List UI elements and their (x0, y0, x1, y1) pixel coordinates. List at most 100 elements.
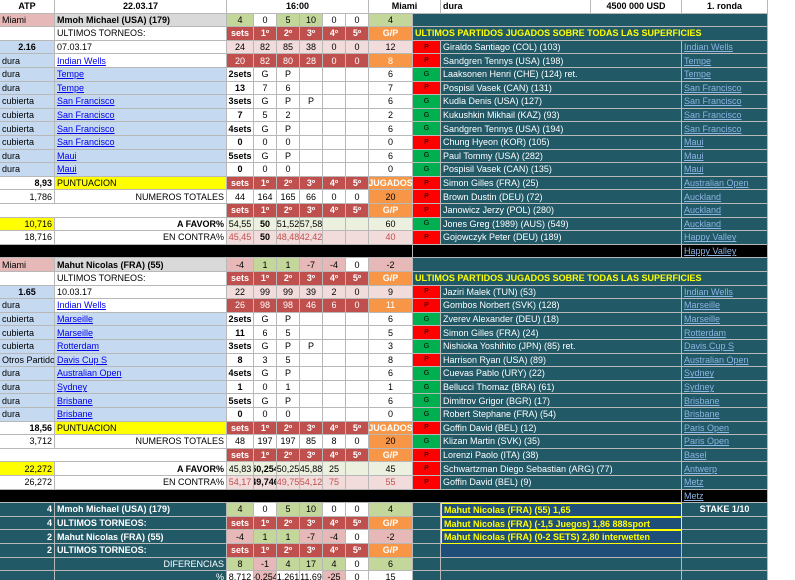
p1-tournament-link[interactable]: Tempe (55, 68, 227, 82)
blank (0, 272, 55, 286)
p1-tournament-link[interactable]: San Francisco (55, 122, 227, 136)
p1-punt-hdr-4: 4º (323, 176, 346, 191)
p2-score-5: 0 (346, 258, 369, 272)
p1-match-tournament-link[interactable]: Maui (682, 136, 768, 150)
p2-t-col-5 (346, 340, 369, 354)
p2-tournament-link[interactable]: Brisbane (55, 408, 227, 422)
p1-tournament-link[interactable]: Maui (55, 163, 227, 177)
p2-match-tournament-link[interactable]: Davis Cup S (682, 340, 768, 354)
p2-match-tournament-link[interactable]: Rotterdam (682, 326, 768, 340)
p1-con-1: 50 (254, 231, 277, 245)
p2-match-tournament-link[interactable]: Paris Open (682, 435, 768, 449)
extra-tournament-link[interactable]: Metz (682, 489, 768, 504)
blank (682, 557, 768, 572)
p2-match-tournament-link[interactable]: Metz (682, 476, 768, 490)
bet-suggestion[interactable]: Mahut Nicolas (FRA) (55) 1,65 (441, 503, 682, 517)
p2-punt-hdr-1: 1º (254, 421, 277, 436)
p1-t-col-0: 4sets (227, 122, 254, 136)
p2-t-col-3: P (300, 340, 323, 354)
p2-match-tournament-link[interactable]: Brisbane (682, 408, 768, 422)
p1-t-col-0: 2sets (227, 68, 254, 82)
p1-t-col-6: 6 (369, 122, 413, 136)
p1-tournament-link[interactable]: San Francisco (55, 136, 227, 150)
p1-match-tournament-link[interactable]: Indian Wells (682, 40, 768, 55)
summary-col-2: 4 (277, 557, 300, 572)
p2-tournament-link[interactable]: Davis Cup S (55, 353, 227, 368)
p2-surface: cubierta (0, 340, 55, 354)
p2-match-tournament-link[interactable]: Basel (682, 448, 768, 463)
summary-label: ULTIMOS TORNEOS: (55, 516, 227, 531)
p1-loc: Miami (0, 13, 55, 28)
p2-match-tournament-link[interactable]: Indian Wells (682, 285, 768, 300)
p2-match-tournament-link[interactable]: Brisbane (682, 394, 768, 408)
summary-col-5: 0 (346, 530, 369, 544)
p1-tournament-link[interactable]: Tempe (55, 81, 227, 96)
p1-match-tournament-link[interactable]: San Francisco (682, 108, 768, 123)
separator-row: Happy Valley (0, 244, 795, 259)
p2-num-5: 0 (346, 435, 369, 449)
p2-match-tournament-link[interactable]: Paris Open (682, 421, 768, 436)
p2-tournament-link[interactable]: Australian Open (55, 367, 227, 381)
p2-surface: cubierta (0, 326, 55, 340)
p2-opponent: Robert Stephane (FRA) (54) (441, 408, 682, 422)
p1-match-tournament-link[interactable]: San Francisco (682, 81, 768, 96)
p1-match-tournament-link[interactable]: San Francisco (682, 122, 768, 136)
bet-suggestion[interactable]: Mahut Nicolas (FRA) (0-2 SETS) 2,80 inte… (441, 530, 682, 544)
p1-match-tournament-link[interactable]: San Francisco (682, 95, 768, 109)
p1-match-tournament-link[interactable]: Maui (682, 149, 768, 164)
p1-score-1: 0 (254, 13, 277, 28)
p1-t-col-4 (323, 108, 346, 123)
p2-t-col-1: 98 (254, 299, 277, 313)
p2-match-tournament-link[interactable]: Marseille (682, 299, 768, 313)
p1-t-col-2: 2 (277, 108, 300, 123)
p1-t-col-0: 20 (227, 54, 254, 68)
p2-tournament-link[interactable]: Indian Wells (55, 299, 227, 313)
bet-suggestion[interactable]: Mahut Nicolas (FRA) (-1,5 Juegos) 1,86 8… (441, 516, 682, 531)
p1-match-tournament-link[interactable]: Australian Open (682, 176, 768, 191)
p2-match-tournament-link[interactable]: Sydney (682, 380, 768, 395)
p1-con-2: 48,48 (277, 231, 300, 245)
p2-match-tournament-link[interactable]: Sydney (682, 367, 768, 381)
p1-t-col-6: 0 (369, 163, 413, 177)
p1-tournament-link[interactable]: Indian Wells (55, 54, 227, 68)
p2-match-tournament-link[interactable]: Australian Open (682, 353, 768, 368)
p1-tournament-link[interactable]: Maui (55, 149, 227, 164)
p1-fav-2: 51,52 (277, 217, 300, 232)
p1-match-tournament-link[interactable]: Tempe (682, 68, 768, 82)
summary-col-2: 2º (277, 516, 300, 531)
p2-opponent: Cuevas Pablo (URY) (22) (441, 367, 682, 381)
p2-t-col-5 (346, 326, 369, 340)
p2-tournament-link[interactable]: Sydney (55, 380, 227, 395)
p2-match-tournament-link[interactable]: Marseille (682, 312, 768, 327)
p1-match-tournament-link[interactable]: Maui (682, 163, 768, 177)
p1-numtot-label: NUMEROS TOTALES (55, 190, 227, 204)
summary-col-3: 3º (300, 544, 323, 558)
p1-match-tournament-link[interactable]: Auckland (682, 204, 768, 218)
p2-result-badge: P (413, 299, 441, 313)
summary-col-0: -4 (227, 530, 254, 544)
p2-t-col-4 (323, 367, 346, 381)
p1-match-tournament-link[interactable]: Auckland (682, 190, 768, 204)
blank (682, 516, 768, 531)
p2-tournament-link[interactable]: Marseille (55, 312, 227, 327)
p2-tournament-link[interactable]: Brisbane (55, 394, 227, 408)
p2-result-badge: G (413, 380, 441, 395)
p1-t-col-0: 13 (227, 81, 254, 96)
p2-match-tournament-link[interactable]: Antwerp (682, 462, 768, 476)
extra-tournament-link[interactable]: Happy Valley (682, 244, 768, 259)
p2-tournament-link[interactable]: Rotterdam (55, 340, 227, 354)
p1-tournament-link[interactable]: San Francisco (55, 95, 227, 109)
p1-match-tournament-link[interactable]: Tempe (682, 54, 768, 68)
p1-tournament-link[interactable]: San Francisco (55, 108, 227, 123)
p2-t-col-2: 5 (277, 326, 300, 340)
p1-con-6: 40 (369, 231, 413, 245)
p1-opponent: Janowicz Jerzy (POL) (280) (441, 204, 682, 218)
p1-t-col-0: 3sets (227, 95, 254, 109)
p2-fav-0: 45,83 (227, 462, 254, 476)
p2-tournament-link[interactable]: Marseille (55, 326, 227, 340)
p1-tournament-row: dura Maui 0 0 0 0 G Pospisil Vasek (CAN) (135) M… (0, 163, 795, 177)
p1-match-tournament-link[interactable]: Happy Valley (682, 231, 768, 245)
p1-match-tournament-link[interactable]: Auckland (682, 217, 768, 232)
p1-t-col-3: P (300, 95, 323, 109)
p2-hdr-1: 1º (254, 272, 277, 286)
